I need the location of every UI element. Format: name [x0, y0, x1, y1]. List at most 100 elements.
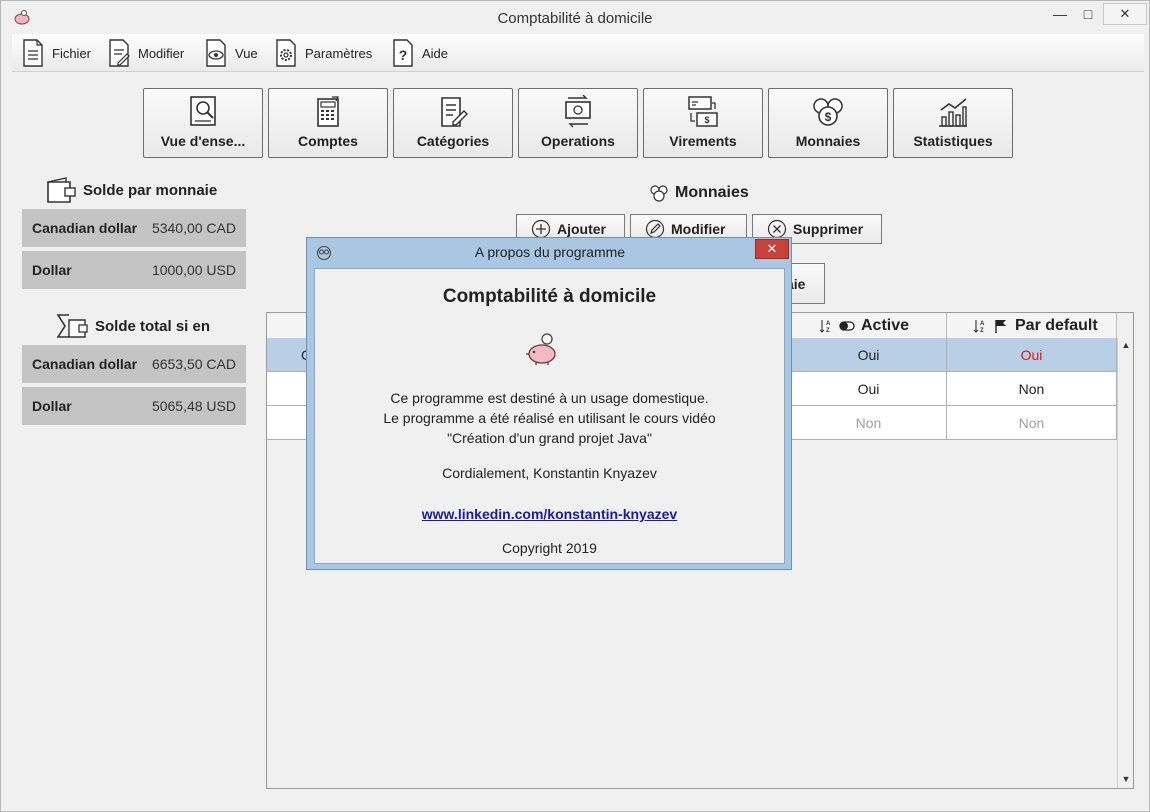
linkedin-link[interactable]: www.linkedin.com/konstantin-knyazev	[315, 504, 784, 524]
cell-text: Non	[1018, 380, 1045, 397]
pencil-circle-icon	[645, 219, 665, 239]
active-header-label: Active	[861, 316, 910, 334]
menu-parametres[interactable]: Paramètres	[273, 37, 372, 69]
maximize-button[interactable]: □	[1073, 3, 1103, 25]
cell-text: Oui	[857, 380, 880, 397]
categories-icon	[441, 97, 468, 127]
panel-title-text: Monnaies	[675, 184, 749, 201]
plus-circle-icon	[531, 219, 551, 239]
help-document-icon: ?	[393, 39, 413, 67]
currency-name: Dollar	[32, 398, 72, 414]
scroll-up-icon[interactable]: ▲	[1120, 340, 1132, 350]
dialog-heading: Comptabilité à domicile	[442, 286, 657, 307]
total-row: Canadian dollar 6653,50 CAD	[22, 345, 246, 383]
dialog-copyright: Copyright 2019	[502, 540, 597, 556]
svg-text:Z: Z	[980, 328, 984, 334]
menu-label: Aide	[422, 45, 449, 61]
dialog-line-1: Ce programme est destiné à un usage dome…	[390, 390, 709, 406]
currency-value: 5065,48 USD	[151, 398, 236, 414]
edit-document-icon	[109, 39, 130, 67]
column-header-default[interactable]: AZ Par default	[947, 313, 1117, 339]
menu-label: Fichier	[52, 45, 92, 61]
close-window-button[interactable]: ✕	[1103, 3, 1147, 25]
virements-button[interactable]: $ Virements	[643, 88, 763, 158]
window-title: Comptabilité à domicile	[497, 10, 653, 27]
coins-icon: $	[813, 98, 843, 126]
overview-icon	[190, 96, 216, 126]
close-circle-icon	[767, 219, 787, 239]
dialog-regards: Cordialement, Konstantin Knyazev	[442, 465, 657, 481]
dialog-line-2: Le programme a été réalisé en utilisant …	[383, 410, 716, 426]
currency-value: 6653,50 CAD	[151, 356, 236, 372]
minimize-button[interactable]: —	[1045, 3, 1075, 25]
monnaies-button[interactable]: $ Monnaies	[768, 88, 888, 158]
balance-title: Solde par monnaie	[83, 181, 218, 199]
currency-name: Canadian dollar	[32, 220, 138, 236]
dialog-title: A propos du programme	[474, 244, 626, 260]
currency-value: 1000,00 USD	[151, 262, 236, 278]
menu-vue[interactable]: Vue	[203, 37, 258, 69]
tool-label: Monnaies	[795, 133, 861, 149]
overview-button[interactable]: Vue d'ense...	[143, 88, 263, 158]
default-header-label: Par default	[1015, 316, 1098, 334]
tool-label: Operations	[541, 133, 615, 149]
table-scrollbar[interactable]: ▲ ▼	[1117, 338, 1133, 788]
tool-label: Virements	[669, 133, 737, 149]
table-cell-active[interactable]: Oui	[791, 338, 947, 372]
panel-title: Monnaies	[649, 184, 749, 202]
table-cell-active[interactable]: Non	[791, 406, 947, 440]
edit-label: Modifier	[671, 221, 726, 237]
tool-label: Statistiques	[913, 133, 993, 149]
svg-text:?: ?	[399, 47, 408, 63]
transfer-icon: $	[688, 96, 718, 127]
table-cell-default[interactable]: Oui	[947, 338, 1117, 372]
operations-button[interactable]: Operations	[518, 88, 638, 158]
scroll-down-icon[interactable]: ▼	[1120, 774, 1132, 784]
title-bar: Comptabilité à domicile — □ ✕	[1, 1, 1149, 33]
flag-icon	[995, 319, 1006, 333]
dialog-line-3: "Création d'un grand projet Java"	[447, 430, 652, 446]
currency-value: 5340,00 CAD	[151, 220, 236, 236]
svg-text:A: A	[826, 321, 831, 327]
cell-text: Oui	[857, 346, 880, 363]
sort-az-icon: AZ	[819, 319, 831, 334]
table-cell-default[interactable]: Non	[947, 406, 1117, 440]
table-cell-default[interactable]: Non	[947, 372, 1117, 406]
dialog-body: Comptabilité à domicile Ce programme est…	[314, 268, 785, 564]
comptes-button[interactable]: Comptes	[268, 88, 388, 158]
menu-label: Paramètres	[305, 45, 373, 61]
about-dialog: A propos du programme ✕ Comptabilité à d…	[306, 237, 792, 570]
total-title: Solde total si en	[95, 317, 211, 335]
tool-label: Comptes	[298, 133, 358, 149]
balance-section-title: Solde par monnaie	[45, 176, 217, 204]
menu-bar: Fichier Modifier Vue Paramètres ? Aide	[12, 34, 1144, 72]
svg-text:$: $	[704, 115, 709, 125]
sum-wallet-icon	[56, 314, 88, 338]
exchange-icon	[565, 95, 591, 128]
cell-text: Oui	[1020, 346, 1043, 363]
dialog-close-button[interactable]: ✕	[755, 239, 789, 259]
balance-row: Dollar 1000,00 USD	[22, 251, 246, 289]
piggy-bank-icon	[526, 333, 556, 365]
total-section-title: Solde total si en	[55, 312, 210, 340]
column-header-active[interactable]: AZ Active	[791, 313, 947, 339]
statistiques-button[interactable]: Statistiques	[893, 88, 1013, 158]
categories-button[interactable]: Catégories	[393, 88, 513, 158]
menu-aide[interactable]: ? Aide	[390, 37, 448, 69]
eye-document-icon	[206, 39, 226, 67]
delete-label: Supprimer	[793, 221, 864, 237]
chart-icon	[939, 98, 967, 127]
coins-icon	[650, 185, 668, 202]
cell-text: Non	[1018, 414, 1045, 431]
balance-row: Canadian dollar 5340,00 CAD	[22, 209, 246, 247]
gear-document-icon	[276, 39, 296, 67]
menu-modifier[interactable]: Modifier	[106, 37, 184, 69]
total-row: Dollar 5065,48 USD	[22, 387, 246, 425]
main-window: Comptabilité à domicile — □ ✕ Fichier Mo…	[0, 0, 1150, 812]
cell-text: Non	[855, 414, 882, 431]
currency-name: Canadian dollar	[32, 356, 138, 372]
table-cell-active[interactable]: Oui	[791, 372, 947, 406]
menu-fichier[interactable]: Fichier	[20, 37, 91, 69]
toggle-icon	[839, 320, 855, 331]
menu-label: Vue	[235, 45, 258, 61]
